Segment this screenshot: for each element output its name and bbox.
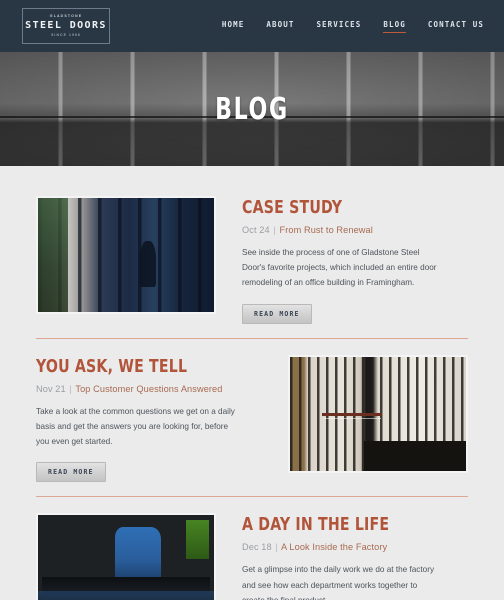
logo-top-line: GLADSTONE bbox=[49, 14, 83, 18]
site-logo[interactable]: GLADSTONE STEEL DOORS SINCE 1966 bbox=[22, 8, 110, 44]
logo-sub-line: SINCE 1966 bbox=[51, 32, 81, 37]
nav-link-contact-us[interactable]: CONTACT US bbox=[428, 20, 484, 32]
post-subtitle: From Rust to Renewal bbox=[279, 225, 373, 236]
post-excerpt: Take a look at the common questions we g… bbox=[36, 406, 235, 447]
post-date: Dec 18 bbox=[242, 542, 272, 553]
post-meta: Dec 18 | A Look Inside the Factory bbox=[242, 542, 468, 552]
main-navigation: HOME ABOUT SERVICES BLOG CONTACT US bbox=[222, 20, 490, 33]
post-body: CASE STUDY Oct 24 | From Rust to Renewal… bbox=[242, 196, 468, 324]
blog-post-case-study: CASE STUDY Oct 24 | From Rust to Renewal… bbox=[36, 182, 468, 334]
blog-post-you-ask-we-tell: YOU ASK, WE TELL Nov 21 | Top Customer Q… bbox=[36, 341, 468, 493]
factory-steel-beam bbox=[41, 576, 211, 596]
hero-banner: BLOG bbox=[0, 52, 504, 166]
post-meta-separator: | bbox=[275, 542, 278, 553]
post-body: A DAY IN THE LIFE Dec 18 | A Look Inside… bbox=[242, 513, 468, 600]
post-excerpt: Get a glimpse into the daily work we do … bbox=[242, 565, 435, 600]
post-thumbnail-case-study[interactable] bbox=[36, 196, 216, 314]
post-meta: Nov 21 | Top Customer Questions Answered bbox=[36, 384, 262, 394]
factory-machine-accent bbox=[185, 519, 209, 559]
post-body: YOU ASK, WE TELL Nov 21 | Top Customer Q… bbox=[36, 355, 262, 483]
post-title[interactable]: A DAY IN THE LIFE bbox=[242, 515, 445, 535]
read-more-button[interactable]: READ MORE bbox=[36, 462, 106, 483]
frosted-doors-image bbox=[290, 356, 466, 471]
post-thumbnail-a-day-in-the-life[interactable] bbox=[36, 513, 216, 600]
post-date: Oct 24 bbox=[242, 225, 270, 236]
post-subtitle: Top Customer Questions Answered bbox=[75, 383, 223, 394]
blog-post-list: CASE STUDY Oct 24 | From Rust to Renewal… bbox=[0, 166, 504, 600]
post-subtitle: A Look Inside the Factory bbox=[281, 542, 388, 553]
post-divider bbox=[36, 496, 468, 498]
post-thumbnail-you-ask-we-tell[interactable] bbox=[288, 354, 468, 473]
page-title: BLOG bbox=[215, 91, 289, 127]
post-date: Nov 21 bbox=[36, 383, 66, 394]
post-divider bbox=[36, 337, 468, 339]
factory-welding-image bbox=[38, 515, 214, 600]
nav-link-about[interactable]: ABOUT bbox=[266, 20, 294, 32]
read-more-button[interactable]: READ MORE bbox=[242, 303, 312, 324]
post-excerpt: See inside the process of one of Gladsto… bbox=[242, 248, 437, 288]
nav-link-blog[interactable]: BLOG bbox=[383, 20, 406, 33]
glass-facade-image bbox=[38, 198, 214, 312]
nav-link-services[interactable]: SERVICES bbox=[316, 20, 361, 32]
site-header: GLADSTONE STEEL DOORS SINCE 1966 HOME AB… bbox=[0, 0, 504, 52]
post-meta-separator: | bbox=[273, 225, 276, 236]
logo-main-line: STEEL DOORS bbox=[25, 20, 107, 32]
nav-link-home[interactable]: HOME bbox=[222, 20, 244, 32]
post-title[interactable]: CASE STUDY bbox=[242, 198, 445, 218]
post-meta-separator: | bbox=[69, 383, 72, 394]
blog-post-a-day-in-the-life: A DAY IN THE LIFE Dec 18 | A Look Inside… bbox=[36, 499, 468, 600]
post-meta: Oct 24 | From Rust to Renewal bbox=[242, 225, 468, 235]
post-title[interactable]: YOU ASK, WE TELL bbox=[36, 357, 239, 377]
